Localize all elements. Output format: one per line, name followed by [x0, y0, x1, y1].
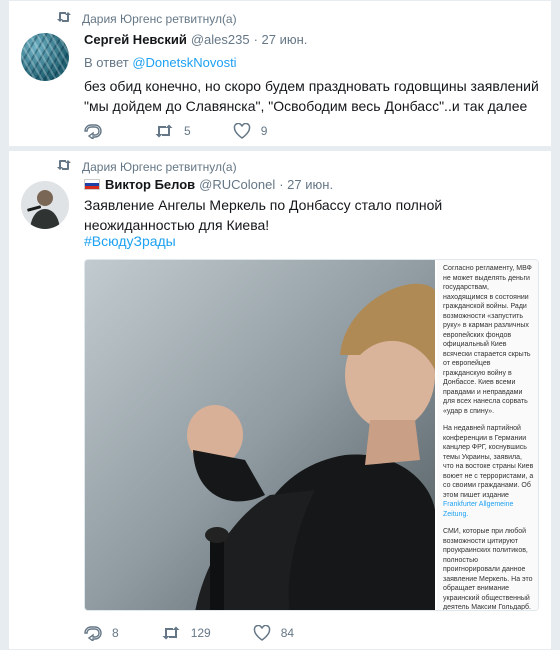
excerpt-paragraph-3: СМИ, которые при любой возможности цитир… — [443, 528, 533, 611]
author-handle[interactable]: @ales235 — [191, 32, 250, 47]
photo-illustration — [85, 260, 435, 610]
tweet-header: Сергей Невский @ales235 · 27 июн. — [84, 32, 307, 47]
retweet-icon — [56, 159, 74, 174]
retweet-context-text: Дария Юргенс ретвитнул(а) — [82, 159, 237, 174]
author-handle[interactable]: @RUColonel — [199, 177, 275, 192]
tweet-media[interactable]: Согласно регламенту, МВФ не может выделя… — [84, 259, 539, 611]
reply-count: 8 — [112, 626, 119, 640]
photo[interactable] — [85, 260, 435, 610]
retweet-button[interactable]: 129 — [161, 626, 211, 640]
tweet-timestamp[interactable]: · 27 июн. — [279, 177, 333, 192]
tweet-2[interactable]: Дария Юргенс ретвитнул(а) Виктор Белов @… — [8, 150, 552, 650]
reply-button[interactable] — [84, 123, 112, 139]
heart-icon — [253, 625, 270, 641]
excerpt-paragraph-2-text: На недавней партийной конференции в Герм… — [443, 425, 534, 499]
reply-button[interactable]: 8 — [84, 625, 119, 641]
hashtag-link[interactable]: #ВсюдуЗрады — [84, 233, 176, 249]
retweet-icon — [56, 11, 74, 26]
retweet-context: Дария Юргенс ретвитнул(а) — [56, 159, 237, 174]
retweet-context-text: Дария Юргенс ретвитнул(а) — [82, 11, 237, 26]
retweet-context: Дария Юргенс ретвитнул(а) — [56, 11, 237, 26]
tweet-actions: 8 129 84 — [84, 625, 336, 641]
like-button[interactable]: 9 — [233, 123, 268, 139]
author-name[interactable]: Виктор Белов — [105, 177, 195, 192]
author-name[interactable]: Сергей Невский — [84, 32, 187, 47]
timeline: Дария Юргенс ретвитнул(а) Сергей Невский… — [0, 0, 560, 650]
retweet-icon — [162, 626, 180, 640]
like-button[interactable]: 84 — [253, 625, 294, 641]
tweet-text: Заявление Ангелы Меркель по Донбассу ста… — [84, 197, 443, 233]
retweet-count: 129 — [190, 626, 211, 640]
reply-to-link[interactable]: @DonetskNovosti — [132, 55, 236, 70]
excerpt-paragraph-2: На недавней партийной конференции в Герм… — [443, 424, 534, 519]
like-count: 9 — [260, 124, 268, 138]
avatar-image — [21, 181, 69, 229]
like-count: 84 — [280, 626, 295, 640]
reply-context: В ответ @DonetskNovosti — [84, 55, 237, 70]
heart-icon — [233, 123, 250, 139]
avatar[interactable] — [21, 33, 69, 81]
russia-flag-icon — [84, 179, 100, 190]
excerpt-source-link[interactable]: Frankfurter Allgemeine Zeitung. — [443, 501, 513, 518]
tweet-text: без обид конечно, но скоро будем праздно… — [84, 78, 539, 114]
article-excerpt: Согласно регламенту, МВФ не может выделя… — [437, 260, 538, 611]
avatar[interactable] — [21, 181, 69, 229]
retweet-icon — [155, 124, 173, 138]
tweet-1[interactable]: Дария Юргенс ретвитнул(а) Сергей Невский… — [8, 0, 552, 147]
reply-icon — [84, 626, 102, 641]
retweet-count: 5 — [184, 124, 191, 138]
tweet-actions: 5 9 — [84, 123, 309, 139]
reply-icon — [84, 124, 102, 139]
retweet-button[interactable]: 5 — [154, 124, 191, 138]
excerpt-paragraph-1: Согласно регламенту, МВФ не может выделя… — [443, 265, 532, 415]
reply-prefix: В ответ — [84, 55, 129, 70]
tweet-timestamp[interactable]: · 27 июн. — [254, 32, 308, 47]
tweet-header: Виктор Белов @RUColonel · 27 июн. — [84, 177, 333, 192]
